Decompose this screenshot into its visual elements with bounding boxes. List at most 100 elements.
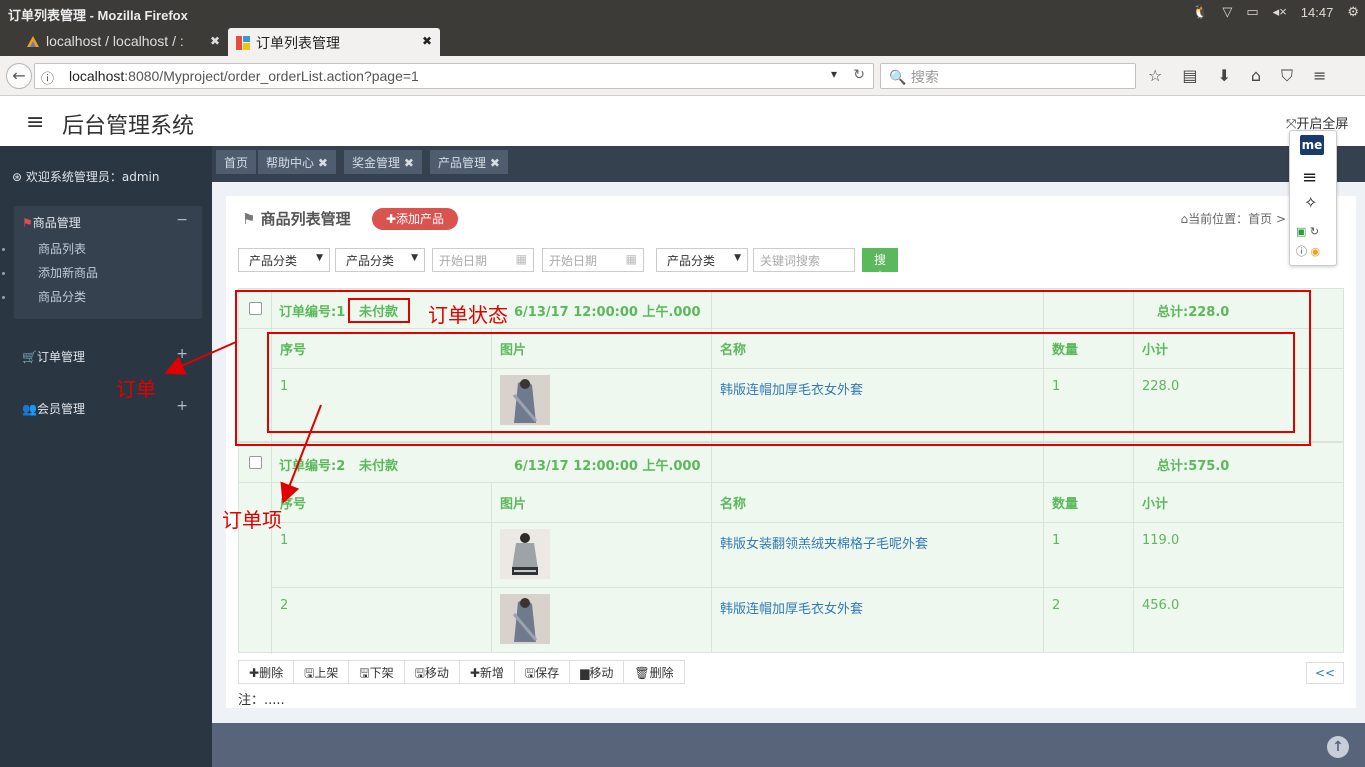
battery-icon[interactable]: ▭ — [1246, 4, 1258, 20]
order-date: 6/13/17 12:00:00 上午.000 — [514, 459, 701, 474]
refresh-icon: ↻ — [1309, 225, 1320, 238]
item-image-cell — [491, 523, 711, 587]
product-thumbnail[interactable] — [500, 594, 550, 644]
expand-plus-icon[interactable]: + — [176, 346, 188, 362]
page-tab-help[interactable]: 帮助中心 ✖ — [258, 150, 336, 174]
sidebar-toggle-icon[interactable]: ≡ — [26, 110, 44, 135]
order-checkbox[interactable] — [249, 456, 262, 469]
save-button[interactable]: 🖫保存 — [515, 661, 571, 683]
delete-button[interactable]: 🗑删除 — [624, 661, 683, 683]
bullet-dot — [2, 248, 5, 251]
app-header: ≡ 后台管理系统 ⤧开启全屏 — [0, 96, 1365, 146]
home-icon: ⌂ — [1180, 212, 1189, 226]
sidebar-item-members[interactable]: 👥会员管理 — [22, 400, 85, 417]
page-tab-products[interactable]: 产品管理 ✖ — [430, 150, 508, 174]
browser-search-input[interactable]: 🔍 搜索 — [880, 63, 1136, 89]
tab-close-icon[interactable]: ✖ — [210, 34, 220, 48]
save-icon: 🖫 — [524, 666, 536, 680]
plus-icon: ✚ — [469, 666, 480, 680]
calendar-icon: ▦ — [625, 252, 637, 266]
sidebar-group-orders[interactable]: 🛒订单管理 + — [14, 346, 202, 368]
sidebar-item-product-list[interactable]: 商品列表 — [38, 240, 86, 257]
clock[interactable]: 14:47 — [1301, 5, 1334, 20]
tab-order-list[interactable]: 订单列表管理 ✖ — [228, 28, 440, 56]
shelve-button[interactable]: 🖫上架 — [294, 661, 350, 683]
site-favicon-icon — [236, 36, 250, 50]
pocket-icon[interactable]: ⛉ — [1281, 66, 1293, 86]
tab-phpmyadmin[interactable]: localhost / localhost / : ✖ — [18, 28, 228, 56]
item-name-link[interactable]: 韩版女装翻领羔绒夹棉格子毛呢外套 — [711, 523, 1043, 587]
product-thumbnail[interactable] — [500, 529, 550, 579]
category-select[interactable]: 产品分类 ▼ — [335, 248, 425, 272]
sidebar-item-product-category[interactable]: 商品分类 — [38, 288, 86, 305]
column-header: 图片 — [491, 483, 711, 522]
menu-icon[interactable]: ≡ — [1302, 167, 1317, 188]
save-icon: 🖫 — [304, 666, 315, 680]
url-text[interactable]: localhost:8080/Myproject/order_orderList… — [69, 68, 419, 84]
url-dropdown-icon[interactable]: ▾ — [831, 67, 837, 81]
save-icon: 🖫 — [359, 666, 370, 680]
order-status: 未付款 — [359, 459, 399, 474]
os-top-bar: 订单列表管理 - Mozilla Firefox 🐧 ▽ ▭ ◂× 14:47 … — [0, 0, 1365, 28]
search-button[interactable]: 搜索 — [862, 248, 899, 284]
bulk-action-toolbar: ✚删除 🖫上架 🖫下架 🖫移动 ✚新增 🖫保存 ▆移动 🗑删除 — [238, 660, 685, 684]
expand-plus-icon[interactable]: + — [176, 398, 188, 414]
page-tabs-strip: 首页 帮助中心 ✖ 奖金管理 ✖ 产品管理 ✖ — [212, 146, 1365, 182]
table-row: 1 韩版女装翻领羔绒夹棉格子毛呢外套 1 119.0 — [271, 523, 1343, 588]
collapse-icon[interactable]: − — [176, 212, 188, 228]
add-button[interactable]: ✚新增 — [460, 661, 515, 683]
category-select[interactable]: 产品分类 ▼ — [238, 248, 330, 272]
download-icon[interactable]: ⬇ — [1217, 66, 1230, 86]
bookmark-star-icon[interactable]: ☆ — [1148, 66, 1162, 86]
delete-button[interactable]: ✚删除 — [239, 661, 295, 683]
order-header-row: 订单编号:2 未付款 6/13/17 12:00:00 上午.000 总计:57… — [239, 443, 1343, 654]
wifi-icon[interactable]: ▽ — [1222, 4, 1232, 20]
me-extension-badge[interactable]: me — [1300, 135, 1324, 155]
note-text: 注：..... — [238, 693, 285, 708]
sidebar-item-orders[interactable]: 🛒订单管理 — [22, 348, 85, 365]
cast-reload-icons[interactable]: ▣ ↻ — [1296, 225, 1319, 238]
start-date-input[interactable]: 开始日期 ▦ — [432, 248, 534, 272]
eye-icon: ◉ — [1310, 245, 1321, 258]
prev-page-button[interactable]: << — [1306, 662, 1344, 684]
move-button[interactable]: ▆移动 — [570, 661, 625, 683]
add-product-button[interactable]: ✚添加产品 — [372, 208, 458, 230]
flag-icon: ⚑ — [22, 216, 33, 230]
home-icon[interactable]: ⌂ — [1251, 66, 1261, 86]
item-name-link[interactable]: 韩版连帽加厚毛衣女外套 — [711, 588, 1043, 652]
magic-wand-icon[interactable]: ✧ — [1304, 193, 1317, 212]
os-indicators: 🐧 ▽ ▭ ◂× 14:47 ⚙ — [1192, 4, 1359, 20]
tux-icon[interactable]: 🐧 — [1192, 4, 1208, 20]
start-date-input[interactable]: 开始日期 ▦ — [542, 248, 644, 272]
page-tab-home[interactable]: 首页 — [216, 150, 257, 174]
sidebar-item-products[interactable]: ⚑商品管理 — [22, 214, 81, 231]
settings-gear-icon[interactable]: ⚙ — [1347, 4, 1359, 20]
volume-icon[interactable]: ◂× — [1273, 4, 1287, 20]
info-icon[interactable]: ⓘ — [41, 68, 54, 87]
reload-icon[interactable]: ↻ — [853, 67, 865, 83]
footer-bar — [212, 723, 1365, 767]
breadcrumb: ⌂当前位置：首页 > — [1180, 212, 1287, 226]
sidebar-group-products: ⚑商品管理 − 商品列表 添加新商品 商品分类 — [14, 206, 202, 319]
item-image-cell — [491, 588, 711, 652]
alert-eye-icons[interactable]: ⓘ ◉ — [1296, 243, 1320, 259]
sidebar-item-add-product[interactable]: 添加新商品 — [38, 264, 98, 281]
reader-list-icon[interactable]: ▤ — [1182, 66, 1197, 86]
flag-icon: ⚑ — [242, 210, 261, 228]
dropdown-arrow-icon: ▼ — [316, 253, 323, 263]
category-select[interactable]: 产品分类 ▼ — [656, 248, 748, 272]
page-tab-bonus[interactable]: 奖金管理 ✖ — [344, 150, 422, 174]
calendar-icon: ▦ — [515, 252, 527, 266]
back-button[interactable]: ← — [6, 63, 32, 89]
hamburger-menu-icon[interactable]: ≡ — [1313, 66, 1326, 86]
sidebar-group-members[interactable]: 👥会员管理 + — [14, 398, 202, 420]
users-icon: 👥 — [22, 402, 37, 416]
scroll-to-top-icon[interactable]: ↑ — [1327, 736, 1349, 758]
sidebar: ⊛ 欢迎系统管理员：admin ⚑商品管理 − 商品列表 添加新商品 商品分类 … — [0, 146, 212, 767]
navigation-bar: ← ⓘ localhost:8080/Myproject/order_order… — [0, 56, 1365, 96]
url-bar[interactable]: ⓘ localhost:8080/Myproject/order_orderLi… — [34, 63, 874, 89]
keyword-search-input[interactable]: 关键词搜索 — [753, 248, 855, 272]
move-button[interactable]: 🖫移动 — [405, 661, 460, 683]
unshelve-button[interactable]: 🖫下架 — [349, 661, 405, 683]
tab-close-icon[interactable]: ✖ — [422, 34, 432, 48]
